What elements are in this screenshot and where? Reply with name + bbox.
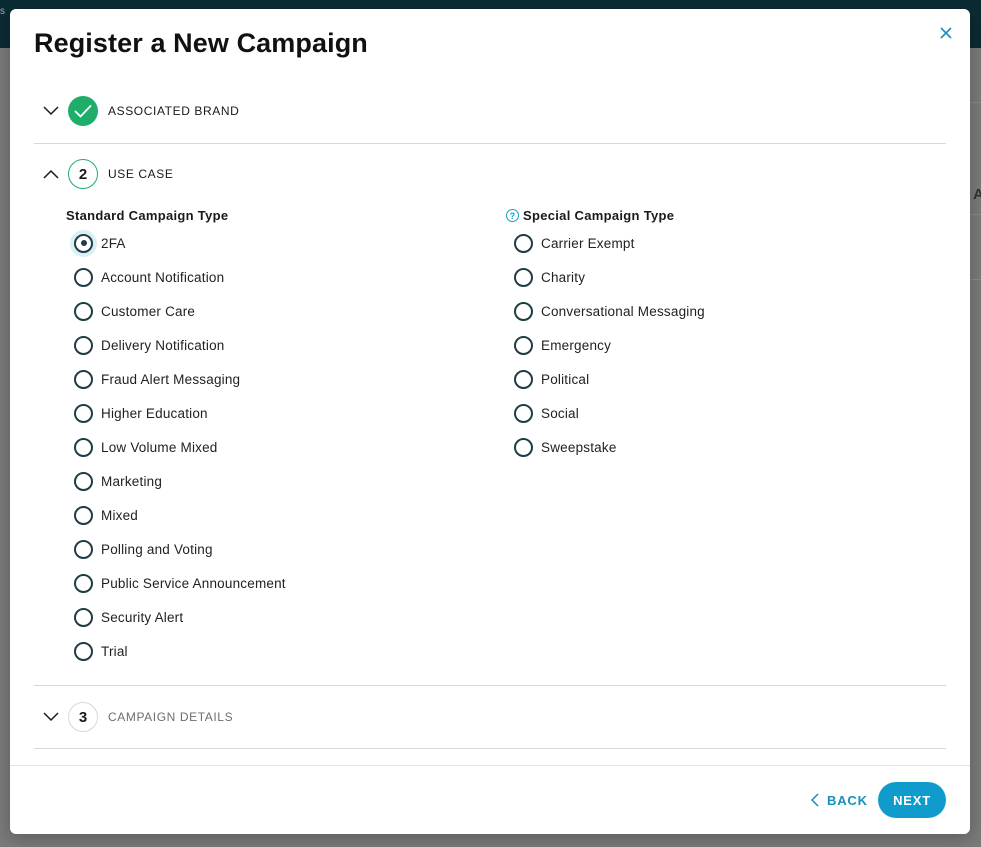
radio-option[interactable]: Trial <box>74 634 286 668</box>
close-button[interactable] <box>936 23 956 43</box>
chevron-left-icon <box>810 793 819 807</box>
radio-label: Higher Education <box>101 405 208 421</box>
app-header-fragment: s <box>0 6 5 17</box>
next-button[interactable]: NEXT <box>878 782 946 818</box>
standard-campaign-heading: Standard Campaign Type <box>66 208 228 223</box>
standard-campaign-options: 2FA Account Notification Customer Care Deli… <box>74 226 286 668</box>
step-associated-brand[interactable]: ASSOCIATED BRAND <box>34 91 946 131</box>
radio-option[interactable]: Conversational Messaging <box>514 294 705 328</box>
step-label: CAMPAIGN DETAILS <box>108 710 234 724</box>
radio-label: Fraud Alert Messaging <box>101 371 241 387</box>
radio-label: Trial <box>101 643 128 659</box>
radio-label: Low Volume Mixed <box>101 439 218 455</box>
step-number-badge: 2 <box>68 159 98 189</box>
radio-label: Conversational Messaging <box>541 303 705 319</box>
radio-button[interactable] <box>514 301 533 321</box>
radio-button[interactable] <box>74 607 93 627</box>
divider <box>34 748 946 749</box>
radio-button[interactable] <box>514 437 533 457</box>
radio-label: Account Notification <box>101 269 225 285</box>
backdrop-divider <box>970 279 981 280</box>
radio-label: Marketing <box>101 473 163 489</box>
radio-label: Social <box>541 405 579 421</box>
register-campaign-modal: Register a New Campaign ASSOCIATED BRAND… <box>10 9 970 834</box>
radio-label: Polling and Voting <box>101 541 213 557</box>
radio-label: Mixed <box>101 507 139 523</box>
radio-button[interactable] <box>514 267 533 287</box>
radio-button[interactable] <box>74 437 93 457</box>
radio-button[interactable] <box>74 641 93 661</box>
radio-option[interactable]: Mixed <box>74 498 286 532</box>
radio-button[interactable] <box>514 403 533 423</box>
radio-option[interactable]: Customer Care <box>74 294 286 328</box>
modal-title: Register a New Campaign <box>34 28 368 58</box>
special-campaign-heading: ? Special Campaign Type <box>506 208 674 223</box>
radio-label: Charity <box>541 269 586 285</box>
radio-option[interactable]: Political <box>514 362 705 396</box>
radio-button[interactable] <box>74 301 93 321</box>
backdrop-divider <box>970 214 981 215</box>
radio-label: Public Service Announcement <box>101 575 286 591</box>
radio-button[interactable] <box>74 471 93 491</box>
radio-option[interactable]: Account Notification <box>74 260 286 294</box>
radio-button[interactable] <box>74 505 93 525</box>
radio-option[interactable]: Social <box>514 396 705 430</box>
radio-button[interactable] <box>74 233 93 253</box>
special-campaign-options: Carrier Exempt Charity Conversational Mess… <box>514 226 705 464</box>
radio-button[interactable] <box>74 403 93 423</box>
radio-option[interactable]: Charity <box>514 260 705 294</box>
radio-button[interactable] <box>74 539 93 559</box>
radio-option[interactable]: Higher Education <box>74 396 286 430</box>
chevron-down-icon[interactable] <box>40 706 62 728</box>
back-button-label: BACK <box>827 792 868 808</box>
radio-option[interactable]: 2FA <box>74 226 286 260</box>
step-campaign-details[interactable]: 3 CAMPAIGN DETAILS <box>34 697 946 737</box>
radio-option[interactable]: Delivery Notification <box>74 328 286 362</box>
backdrop-divider <box>970 102 981 103</box>
check-icon <box>74 104 92 118</box>
step-use-case[interactable]: 2 USE CASE <box>34 154 946 194</box>
chevron-down-icon[interactable] <box>40 100 62 122</box>
close-icon <box>940 27 952 39</box>
step-complete-badge <box>68 96 98 126</box>
chevron-up-icon[interactable] <box>40 163 62 185</box>
radio-button[interactable] <box>514 233 533 253</box>
radio-button[interactable] <box>514 335 533 355</box>
radio-option[interactable]: Security Alert <box>74 600 286 634</box>
radio-button[interactable] <box>74 335 93 355</box>
standard-campaign-heading-text: Standard Campaign Type <box>66 208 229 223</box>
radio-button[interactable] <box>74 267 93 287</box>
radio-label: Sweepstake <box>541 439 617 455</box>
help-icon[interactable]: ? <box>506 209 519 222</box>
radio-label: Security Alert <box>101 609 184 625</box>
radio-label: Political <box>541 371 590 387</box>
radio-button[interactable] <box>74 369 93 389</box>
divider <box>34 685 946 686</box>
footer-divider <box>10 765 970 766</box>
radio-button[interactable] <box>74 573 93 593</box>
radio-option[interactable]: Carrier Exempt <box>514 226 705 260</box>
radio-label: Customer Care <box>101 303 196 319</box>
radio-option[interactable]: Sweepstake <box>514 430 705 464</box>
radio-option[interactable]: Marketing <box>74 464 286 498</box>
back-button[interactable]: BACK <box>810 790 868 810</box>
special-campaign-heading-text: Special Campaign Type <box>523 208 675 223</box>
radio-label: Carrier Exempt <box>541 235 635 251</box>
step-label: USE CASE <box>108 167 174 181</box>
radio-label: 2FA <box>101 235 126 251</box>
radio-option[interactable]: Low Volume Mixed <box>74 430 286 464</box>
radio-button[interactable] <box>514 369 533 389</box>
radio-label: Emergency <box>541 337 612 353</box>
divider <box>34 143 946 144</box>
radio-label: Delivery Notification <box>101 337 225 353</box>
radio-option[interactable]: Public Service Announcement <box>74 566 286 600</box>
backdrop-text: A <box>973 186 981 203</box>
radio-option[interactable]: Emergency <box>514 328 705 362</box>
radio-option[interactable]: Polling and Voting <box>74 532 286 566</box>
step-label: ASSOCIATED BRAND <box>108 104 240 118</box>
radio-option[interactable]: Fraud Alert Messaging <box>74 362 286 396</box>
step-number-badge: 3 <box>68 702 98 732</box>
